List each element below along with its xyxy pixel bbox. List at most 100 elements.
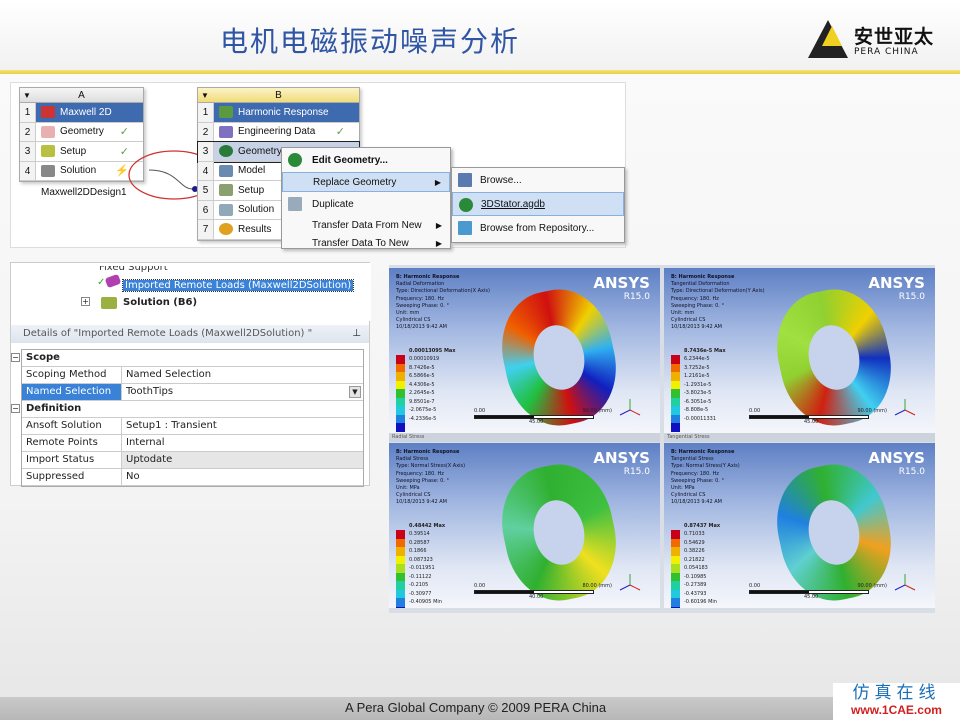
legend-swatch <box>396 406 405 415</box>
submenu-arrow-icon: ▶ <box>435 220 442 230</box>
legend-entry: 0.1866 <box>396 547 445 556</box>
legend-entry: 0.38226 <box>671 547 720 556</box>
system-b-row[interactable]: 1 Harmonic Response <box>198 103 359 123</box>
property-row[interactable]: Scoping Method Named Selection <box>22 367 363 384</box>
legend-swatch <box>671 538 680 547</box>
section-label: Definition <box>26 403 82 414</box>
property-row[interactable]: Remote Points Internal <box>22 435 363 452</box>
menu-item-transfer-from-new[interactable]: Transfer Data From New ▶ <box>282 216 450 234</box>
logo-text-en: PERA CHINA <box>854 47 919 57</box>
system-b-row[interactable]: 2 Engineering Data ✓ <box>198 122 359 142</box>
info-line: Unit: mm <box>396 310 420 317</box>
row-number: 4 <box>198 161 214 180</box>
legend-entry <box>671 423 726 432</box>
system-a-name[interactable]: Maxwell2DDesign1 <box>41 187 127 198</box>
pin-icon[interactable]: ⊥ <box>352 328 361 339</box>
menu-label: Browse from Repository... <box>480 222 595 234</box>
tree-item-solution[interactable]: Solution (B6) <box>123 297 197 308</box>
tree-item-fixed-support[interactable]: Fixed Support <box>99 266 168 274</box>
setup-icon <box>41 145 55 158</box>
legend-value: -0.2105 <box>409 582 429 589</box>
result-info: B: Harmonic Response Tangential Deformati… <box>671 274 765 332</box>
legend-value: -4.2336e-5 <box>409 415 437 422</box>
legend-entry: 6.2344e-5 <box>671 355 726 364</box>
property-key: Named Selection <box>22 384 122 400</box>
legend-entry: -3.8023e-5 <box>671 389 726 398</box>
row-label: Geometry <box>60 126 104 138</box>
result-panel: B: Harmonic Response Tangential Deformati… <box>664 268 935 433</box>
ansys-version: R15.0 <box>898 467 925 477</box>
property-value[interactable]: Internal <box>122 435 363 451</box>
workbench-schematic: ▼ A 1 Maxwell 2D 2 Geometry ✓ 3 Setup ✓ 4 Solut… <box>10 82 626 249</box>
collapse-icon[interactable]: − <box>11 353 20 362</box>
legend-swatch <box>671 397 680 406</box>
property-row[interactable]: Import Status Uptodate <box>22 452 363 469</box>
legend-value: 9.8501e-7 <box>409 398 435 405</box>
dropdown-arrow-icon[interactable]: ▼ <box>201 88 209 103</box>
dropdown-arrow-icon[interactable]: ▼ <box>349 386 361 398</box>
collapse-icon[interactable]: − <box>11 404 20 413</box>
mechanical-details-panel: Fixed Support ✓ Imported Remote Loads (M… <box>10 262 371 487</box>
legend-swatch <box>396 572 405 581</box>
outline-tree: Fixed Support ✓ Imported Remote Loads (M… <box>11 263 371 321</box>
menu-item-browse-repository[interactable]: Browse from Repository... <box>452 216 624 240</box>
legend-value: 0.54629 <box>684 539 705 546</box>
legend-value: -3.8023e-5 <box>684 390 712 397</box>
legend-swatch <box>671 414 680 423</box>
result-panel: B: Harmonic Response Radial Deformation Ty… <box>389 268 660 433</box>
system-a-row[interactable]: 2 Geometry ✓ <box>20 122 143 142</box>
dm-icon <box>288 153 302 167</box>
system-a-row[interactable]: 1 Maxwell 2D <box>20 103 143 123</box>
info-line: 10/18/2013 9:42 AM <box>671 324 722 331</box>
expand-icon[interactable]: + <box>81 297 90 306</box>
legend-entry: 0.71033 <box>671 530 720 539</box>
legend-entry: 0.21822 <box>671 555 720 564</box>
legend-swatch <box>396 547 405 556</box>
property-row[interactable]: Ansoft Solution Setup1 : Transient <box>22 418 363 435</box>
menu-item-replace-geometry[interactable]: Replace Geometry ▶ <box>282 172 450 192</box>
legend-entry: -0.00011331 <box>671 414 726 423</box>
scale-label: 45.00 <box>804 419 819 425</box>
legend-value: 0.054183 <box>684 565 708 572</box>
legend-value: 1.2161e-5 <box>684 373 710 380</box>
menu-item-transfer-to-new[interactable]: Transfer Data To New ▶ <box>282 234 450 252</box>
property-row[interactable]: Suppressed No <box>22 469 363 486</box>
section-scope[interactable]: − Scope <box>11 350 363 367</box>
menu-item-browse[interactable]: Browse... <box>452 168 624 192</box>
property-value[interactable]: Setup1 : Transient <box>122 418 363 434</box>
stator-bore <box>802 320 866 395</box>
legend-entry: -0.011951 <box>396 564 445 573</box>
menu-item-duplicate[interactable]: Duplicate <box>282 192 450 216</box>
menu-item-3dstator[interactable]: 3DStator.agdb <box>452 192 624 216</box>
watermark-cn: 仿真在线 <box>852 683 941 703</box>
setup-icon <box>219 184 233 197</box>
legend-swatch <box>671 589 680 598</box>
ansys-brand: ANSYS R15.0 <box>868 274 925 303</box>
legend-entry: -0.40905 Min <box>396 598 445 607</box>
result-info: B: Harmonic Response Tangential Stress Typ… <box>671 449 740 507</box>
repository-icon <box>458 221 472 235</box>
property-value[interactable]: Named Selection <box>122 367 363 383</box>
property-row[interactable]: Named Selection ToothTips ▼ <box>22 384 363 401</box>
legend-value: -0.40905 Min <box>409 599 442 606</box>
legend-value: 0.21822 <box>684 556 705 563</box>
dropdown-arrow-icon[interactable]: ▼ <box>23 88 31 103</box>
row-label: Solution <box>60 165 97 177</box>
menu-item-edit-geometry[interactable]: Edit Geometry... <box>282 148 450 172</box>
legend-entry <box>396 606 445 608</box>
menu-label: 3DStator.agdb <box>481 198 545 210</box>
named-selection-dropdown[interactable]: ToothTips <box>122 384 363 400</box>
property-value[interactable]: No <box>122 469 363 486</box>
section-definition[interactable]: − Definition <box>11 401 363 418</box>
info-line: B: Harmonic Response <box>396 274 460 280</box>
tree-item-imported-remote-loads[interactable]: Imported Remote Loads (Maxwell2DSolution… <box>121 279 355 292</box>
legend-value: 0.00010919 <box>409 356 440 363</box>
dm-icon <box>459 198 473 212</box>
legend-swatch <box>671 606 680 608</box>
info-line: B: Harmonic Response <box>671 274 735 280</box>
info-line: Type: Normal Stress(X Axis) <box>396 463 466 470</box>
pera-china-logo: 安世亚太 PERA CHINA <box>808 20 938 64</box>
legend-entry: -0.27389 <box>671 581 720 590</box>
details-title: Details of "Imported Remote Loads (Maxwe… <box>11 325 369 343</box>
legend-value: 0.087323 <box>409 556 433 563</box>
